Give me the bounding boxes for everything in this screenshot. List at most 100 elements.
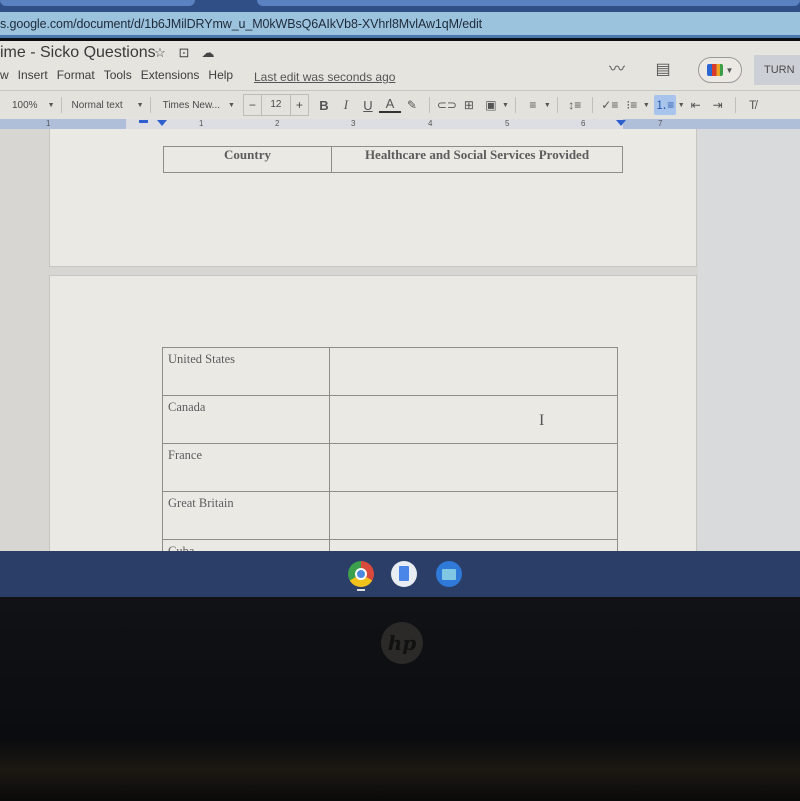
menu-format[interactable]: Format: [57, 68, 95, 82]
menu-bar: w Insert Format Tools Extensions Help: [0, 68, 242, 82]
ruler[interactable]: 1 1 2 3 4 5 6 7: [0, 119, 800, 129]
zoom-value: 100%: [12, 99, 38, 111]
chevron-down-icon: ▼: [47, 101, 55, 109]
bulleted-list-icon[interactable]: ⁝≡: [621, 98, 643, 112]
chevron-down-icon[interactable]: ▼: [544, 102, 551, 109]
services-cell[interactable]: [329, 491, 618, 540]
address-bar[interactable]: s.google.com/document/d/1b6JMilDRYmw_u_M…: [0, 12, 800, 38]
increase-indent-icon[interactable]: ⇥: [707, 98, 729, 112]
table-row: Great Britain: [162, 491, 618, 540]
docs-header: ime - Sicko Questions ☆ ⊡ ☁ w Insert For…: [0, 41, 800, 91]
chevron-down-icon: ▼: [136, 101, 144, 109]
clear-formatting-icon[interactable]: T̸: [742, 98, 764, 112]
country-cell[interactable]: Great Britain: [162, 491, 330, 540]
cloud-saved-icon[interactable]: ☁: [200, 45, 216, 61]
last-edit-link[interactable]: Last edit was seconds ago: [254, 70, 395, 84]
font-value: Times New...: [162, 99, 220, 111]
font-size-input[interactable]: 12: [260, 95, 291, 115]
chevron-down-icon[interactable]: ▼: [678, 102, 685, 109]
country-cell[interactable]: Canada: [162, 395, 330, 444]
browser-tab-active[interactable]: [257, 0, 800, 6]
move-to-folder-icon[interactable]: ⊡: [176, 45, 192, 61]
google-docs-icon[interactable]: [391, 561, 417, 587]
divider: [734, 97, 736, 113]
bold-button[interactable]: B: [313, 98, 335, 113]
font-size-stepper: − 12 +: [242, 94, 309, 116]
italic-button[interactable]: I: [335, 97, 357, 113]
table-row: United States: [162, 347, 618, 396]
font-select[interactable]: Times New... ▼: [163, 94, 235, 116]
services-cell[interactable]: [329, 395, 618, 444]
chevron-down-icon[interactable]: ▼: [643, 102, 650, 109]
country-cell[interactable]: France: [162, 443, 330, 492]
document-page[interactable]: United States Canada France Great Britai…: [49, 275, 697, 551]
text-color-button[interactable]: A: [378, 97, 401, 113]
meet-button[interactable]: ▼: [698, 57, 742, 83]
table-row: Canada: [162, 395, 618, 444]
browser-tab[interactable]: [0, 0, 195, 6]
increase-font-size-button[interactable]: +: [291, 95, 308, 115]
align-icon[interactable]: ≡: [522, 98, 544, 112]
highlight-icon[interactable]: ✎: [401, 98, 423, 112]
table-row: Cuba: [162, 539, 618, 551]
meet-icon: [706, 64, 723, 76]
right-indent-handle[interactable]: [616, 120, 626, 126]
services-cell[interactable]: [329, 539, 618, 551]
divider: [149, 97, 151, 113]
chevron-down-icon: ▼: [725, 65, 734, 75]
menu-help[interactable]: Help: [208, 68, 233, 82]
menu-extensions[interactable]: Extensions: [141, 68, 200, 82]
line-spacing-icon[interactable]: ↕≡: [564, 98, 586, 112]
style-select[interactable]: Normal text ▼: [72, 94, 144, 116]
add-comment-icon[interactable]: ⊞: [458, 98, 480, 112]
decrease-font-size-button[interactable]: −: [244, 95, 261, 115]
document-title[interactable]: ime - Sicko Questions: [0, 44, 156, 62]
chrome-icon[interactable]: [348, 561, 374, 587]
ruler-number: 3: [351, 119, 356, 128]
ruler-number: 6: [581, 119, 586, 128]
left-indent-handle[interactable]: [157, 120, 167, 126]
underline-button[interactable]: U: [357, 98, 379, 113]
decrease-indent-icon[interactable]: ⇤: [685, 98, 707, 112]
side-margin: [698, 129, 800, 551]
turn-in-button[interactable]: TURN: [754, 55, 800, 85]
first-line-indent-handle[interactable]: [139, 120, 148, 123]
header-country[interactable]: Country: [163, 146, 332, 173]
document-page[interactable]: Country Healthcare and Social Services P…: [49, 129, 697, 267]
menu-insert[interactable]: Insert: [18, 68, 48, 82]
checklist-icon[interactable]: ✓≡: [599, 98, 621, 112]
divider: [428, 97, 430, 113]
text-cursor-icon: I: [539, 412, 545, 429]
table-row: France: [162, 443, 618, 492]
ruler-number: 4: [428, 119, 433, 128]
services-cell[interactable]: [329, 347, 618, 396]
formatting-toolbar: 100% ▼ Normal text ▼ Times New... ▼ − 12…: [0, 91, 800, 119]
files-icon[interactable]: [436, 561, 462, 587]
divider: [514, 97, 516, 113]
link-icon[interactable]: ⊂⊃: [436, 98, 458, 112]
star-icon[interactable]: ☆: [152, 45, 168, 61]
document-canvas[interactable]: Country Healthcare and Social Services P…: [0, 129, 800, 551]
country-cell[interactable]: Cuba: [162, 539, 330, 551]
country-cell[interactable]: United States: [162, 347, 330, 396]
activity-trend-icon[interactable]: 〰: [606, 59, 628, 81]
url-text[interactable]: s.google.com/document/d/1b6JMilDRYmw_u_M…: [0, 17, 482, 31]
insert-image-icon[interactable]: ▣: [480, 98, 502, 112]
numbered-list-icon[interactable]: ⒈≡: [653, 95, 676, 115]
zoom-select[interactable]: 100% ▼: [12, 94, 55, 116]
style-value: Normal text: [71, 99, 123, 111]
running-indicator: [357, 589, 365, 591]
ruler-number: 1: [199, 119, 204, 128]
comments-icon[interactable]: ▤: [652, 59, 674, 81]
header-services[interactable]: Healthcare and Social Services Provided: [331, 146, 623, 173]
ruler-number: 2: [275, 119, 280, 128]
divider: [60, 97, 62, 113]
ruler-number: 1: [46, 119, 51, 128]
chevron-down-icon[interactable]: ▼: [502, 102, 509, 109]
services-cell[interactable]: [329, 443, 618, 492]
chevron-down-icon: ▼: [228, 101, 235, 109]
country-table: United States Canada France Great Britai…: [162, 347, 618, 551]
menu-view[interactable]: w: [0, 68, 9, 82]
os-shelf: [0, 551, 800, 597]
menu-tools[interactable]: Tools: [104, 68, 132, 82]
